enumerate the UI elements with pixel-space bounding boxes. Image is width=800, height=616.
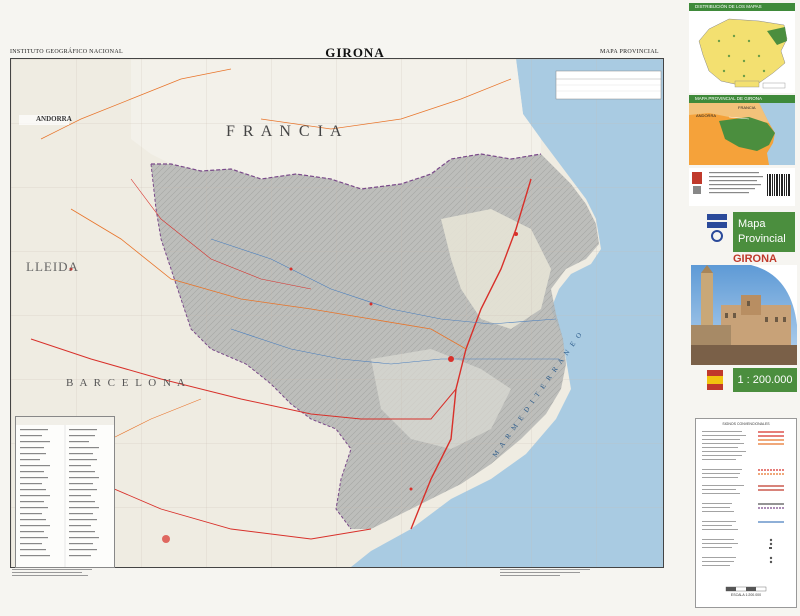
municipalities-table	[15, 416, 115, 568]
girona-city-marker	[448, 356, 454, 362]
distribution-title: DISTRIBUCIÓN DE LOS MAPAS PROVINCIALES	[689, 3, 795, 17]
scale-label: ESCALA 1:200.000	[730, 593, 762, 597]
map-sheet: INSTITUTO GEOGRÁFICO NACIONAL GIRONA MAP…	[0, 0, 800, 616]
spain-coat-of-arms-icon	[707, 370, 723, 390]
inset-andorra-label: ANDORRA	[696, 113, 717, 118]
provincial-title: MAPA PROVINCIAL DE GIRONA	[689, 95, 795, 103]
andorra-label: ANDORRA	[36, 115, 72, 123]
lleida-label: LLEIDA	[26, 259, 79, 274]
publisher-info	[689, 168, 795, 206]
inset-france-label: FRANCIA	[738, 105, 756, 110]
publisher-label: INSTITUTO GEOGRÁFICO NACIONAL	[10, 49, 123, 55]
cover-photo-girona	[691, 265, 797, 365]
brand-line2: Provincial	[738, 233, 786, 245]
scale-banner: 1 : 200.000	[733, 368, 797, 392]
cover-province-name: GIRONA	[733, 253, 777, 265]
barcelona-label: B A R C E L O N A	[66, 377, 187, 389]
france-label: F R A N C I A	[226, 123, 344, 140]
footer-printing	[500, 569, 590, 576]
spain-distribution-map	[689, 11, 795, 93]
brand-line1: Mapa	[738, 218, 766, 230]
legend-title: SIGNOS CONVENCIONALES	[722, 422, 770, 426]
ministry-logo-icon	[707, 214, 727, 242]
mapa-provincial-banner: Mapa Provincial	[733, 212, 795, 252]
footer-credits	[12, 569, 92, 576]
legend-box: SIGNOS CONVENCIONALES ESCALA 1:200.000	[695, 418, 797, 608]
series-label: MAPA PROVINCIAL	[600, 49, 659, 55]
